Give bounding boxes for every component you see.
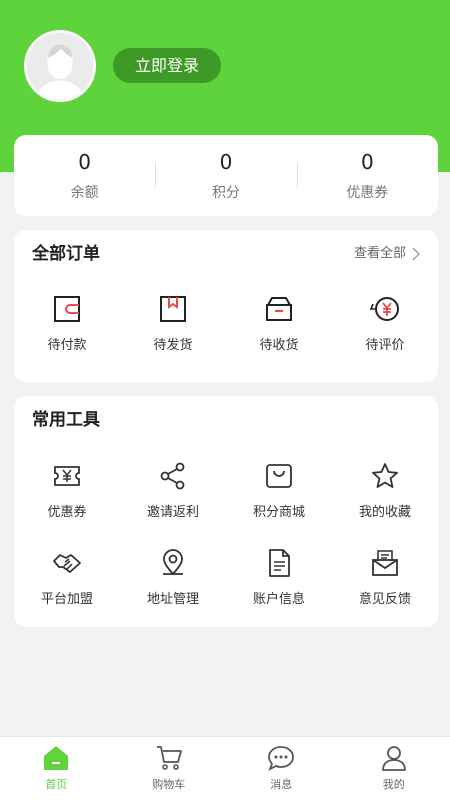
tool-coupons[interactable]: 优惠券 [14,460,120,522]
package-icon [160,296,186,322]
box-icon [266,297,292,321]
tab-messages[interactable]: 消息 [225,737,338,800]
login-button[interactable]: 立即登录 [113,48,221,83]
avatar[interactable] [24,30,96,102]
tool-label: 平台加盟 [40,592,93,607]
order-pending-receipt[interactable]: 待收货 [226,293,332,355]
tool-points-mall[interactable]: 积分商城 [226,460,332,522]
order-pending-shipment[interactable]: 待发货 [120,293,226,355]
coupon-icon [54,466,80,486]
tool-label: 我的收藏 [358,505,411,520]
handshake-icon [53,554,81,573]
cart-icon [156,746,182,770]
orders-title: 全部订单 [32,244,100,264]
order-pending-review[interactable]: 待评价 [332,293,438,355]
document-icon [269,549,290,577]
home-icon [44,746,69,770]
orders-card: 全部订单 查看全部 待付款 待发货 待收货 待评价 [14,230,438,382]
location-pin-icon [163,549,183,576]
tab-label: 消息 [270,778,293,791]
bottom-tab-bar: 首页 购物车 消息 我的 [0,736,450,800]
tab-label: 购物车 [152,778,186,791]
tool-favorites[interactable]: 我的收藏 [332,460,438,522]
order-label: 待收货 [259,338,299,353]
mail-icon [372,550,398,576]
tools-card: 常用工具 优惠券 邀请返利 积分商城 我的收藏 平台加盟 地址管理 账户信息 意… [14,396,438,627]
order-label: 待评价 [365,338,405,353]
order-label: 待付款 [47,338,87,353]
tool-label: 意见反馈 [358,592,411,607]
order-pending-payment[interactable]: 待付款 [14,293,120,355]
stat-value: 0 [78,150,92,174]
stat-label: 积分 [211,185,240,201]
stat-value: 0 [219,150,233,174]
tool-label: 地址管理 [146,592,199,607]
stat-label: 优惠券 [346,185,389,201]
tool-label: 邀请返利 [146,505,199,520]
tool-label: 账户信息 [252,592,305,607]
tab-label: 首页 [45,778,68,791]
stats-card: 0 余额 0 积分 0 优惠券 [14,135,438,216]
tab-home[interactable]: 首页 [0,737,113,800]
view-all-label: 查看全部 [353,246,406,261]
wallet-icon [54,296,80,322]
tab-label: 我的 [382,778,405,791]
share-icon [160,462,185,490]
stat-balance[interactable]: 0 余额 [14,149,155,202]
chevron-right-icon [412,247,420,261]
star-icon [372,463,398,488]
tool-address-management[interactable]: 地址管理 [120,547,226,609]
tool-account-info[interactable]: 账户信息 [226,547,332,609]
tool-label: 积分商城 [252,505,305,520]
stat-value: 0 [360,150,374,174]
tool-feedback[interactable]: 意见反馈 [332,547,438,609]
chat-icon [268,746,295,771]
stat-label: 余额 [70,185,99,201]
stat-coupons[interactable]: 0 优惠券 [296,149,438,202]
tool-platform-join[interactable]: 平台加盟 [14,547,120,609]
view-all-orders-link[interactable]: 查看全部 [354,244,422,264]
shopping-bag-icon [266,464,292,488]
yuan-refund-icon [369,297,399,321]
order-label: 待发货 [153,338,193,353]
tab-cart[interactable]: 购物车 [113,737,226,800]
tool-invite-rebate[interactable]: 邀请返利 [120,460,226,522]
stat-points[interactable]: 0 积分 [155,149,296,202]
default-avatar-icon [27,33,93,99]
tools-title: 常用工具 [32,410,100,430]
user-icon [381,746,406,771]
tab-profile[interactable]: 我的 [338,737,450,800]
tool-label: 优惠券 [47,505,87,520]
